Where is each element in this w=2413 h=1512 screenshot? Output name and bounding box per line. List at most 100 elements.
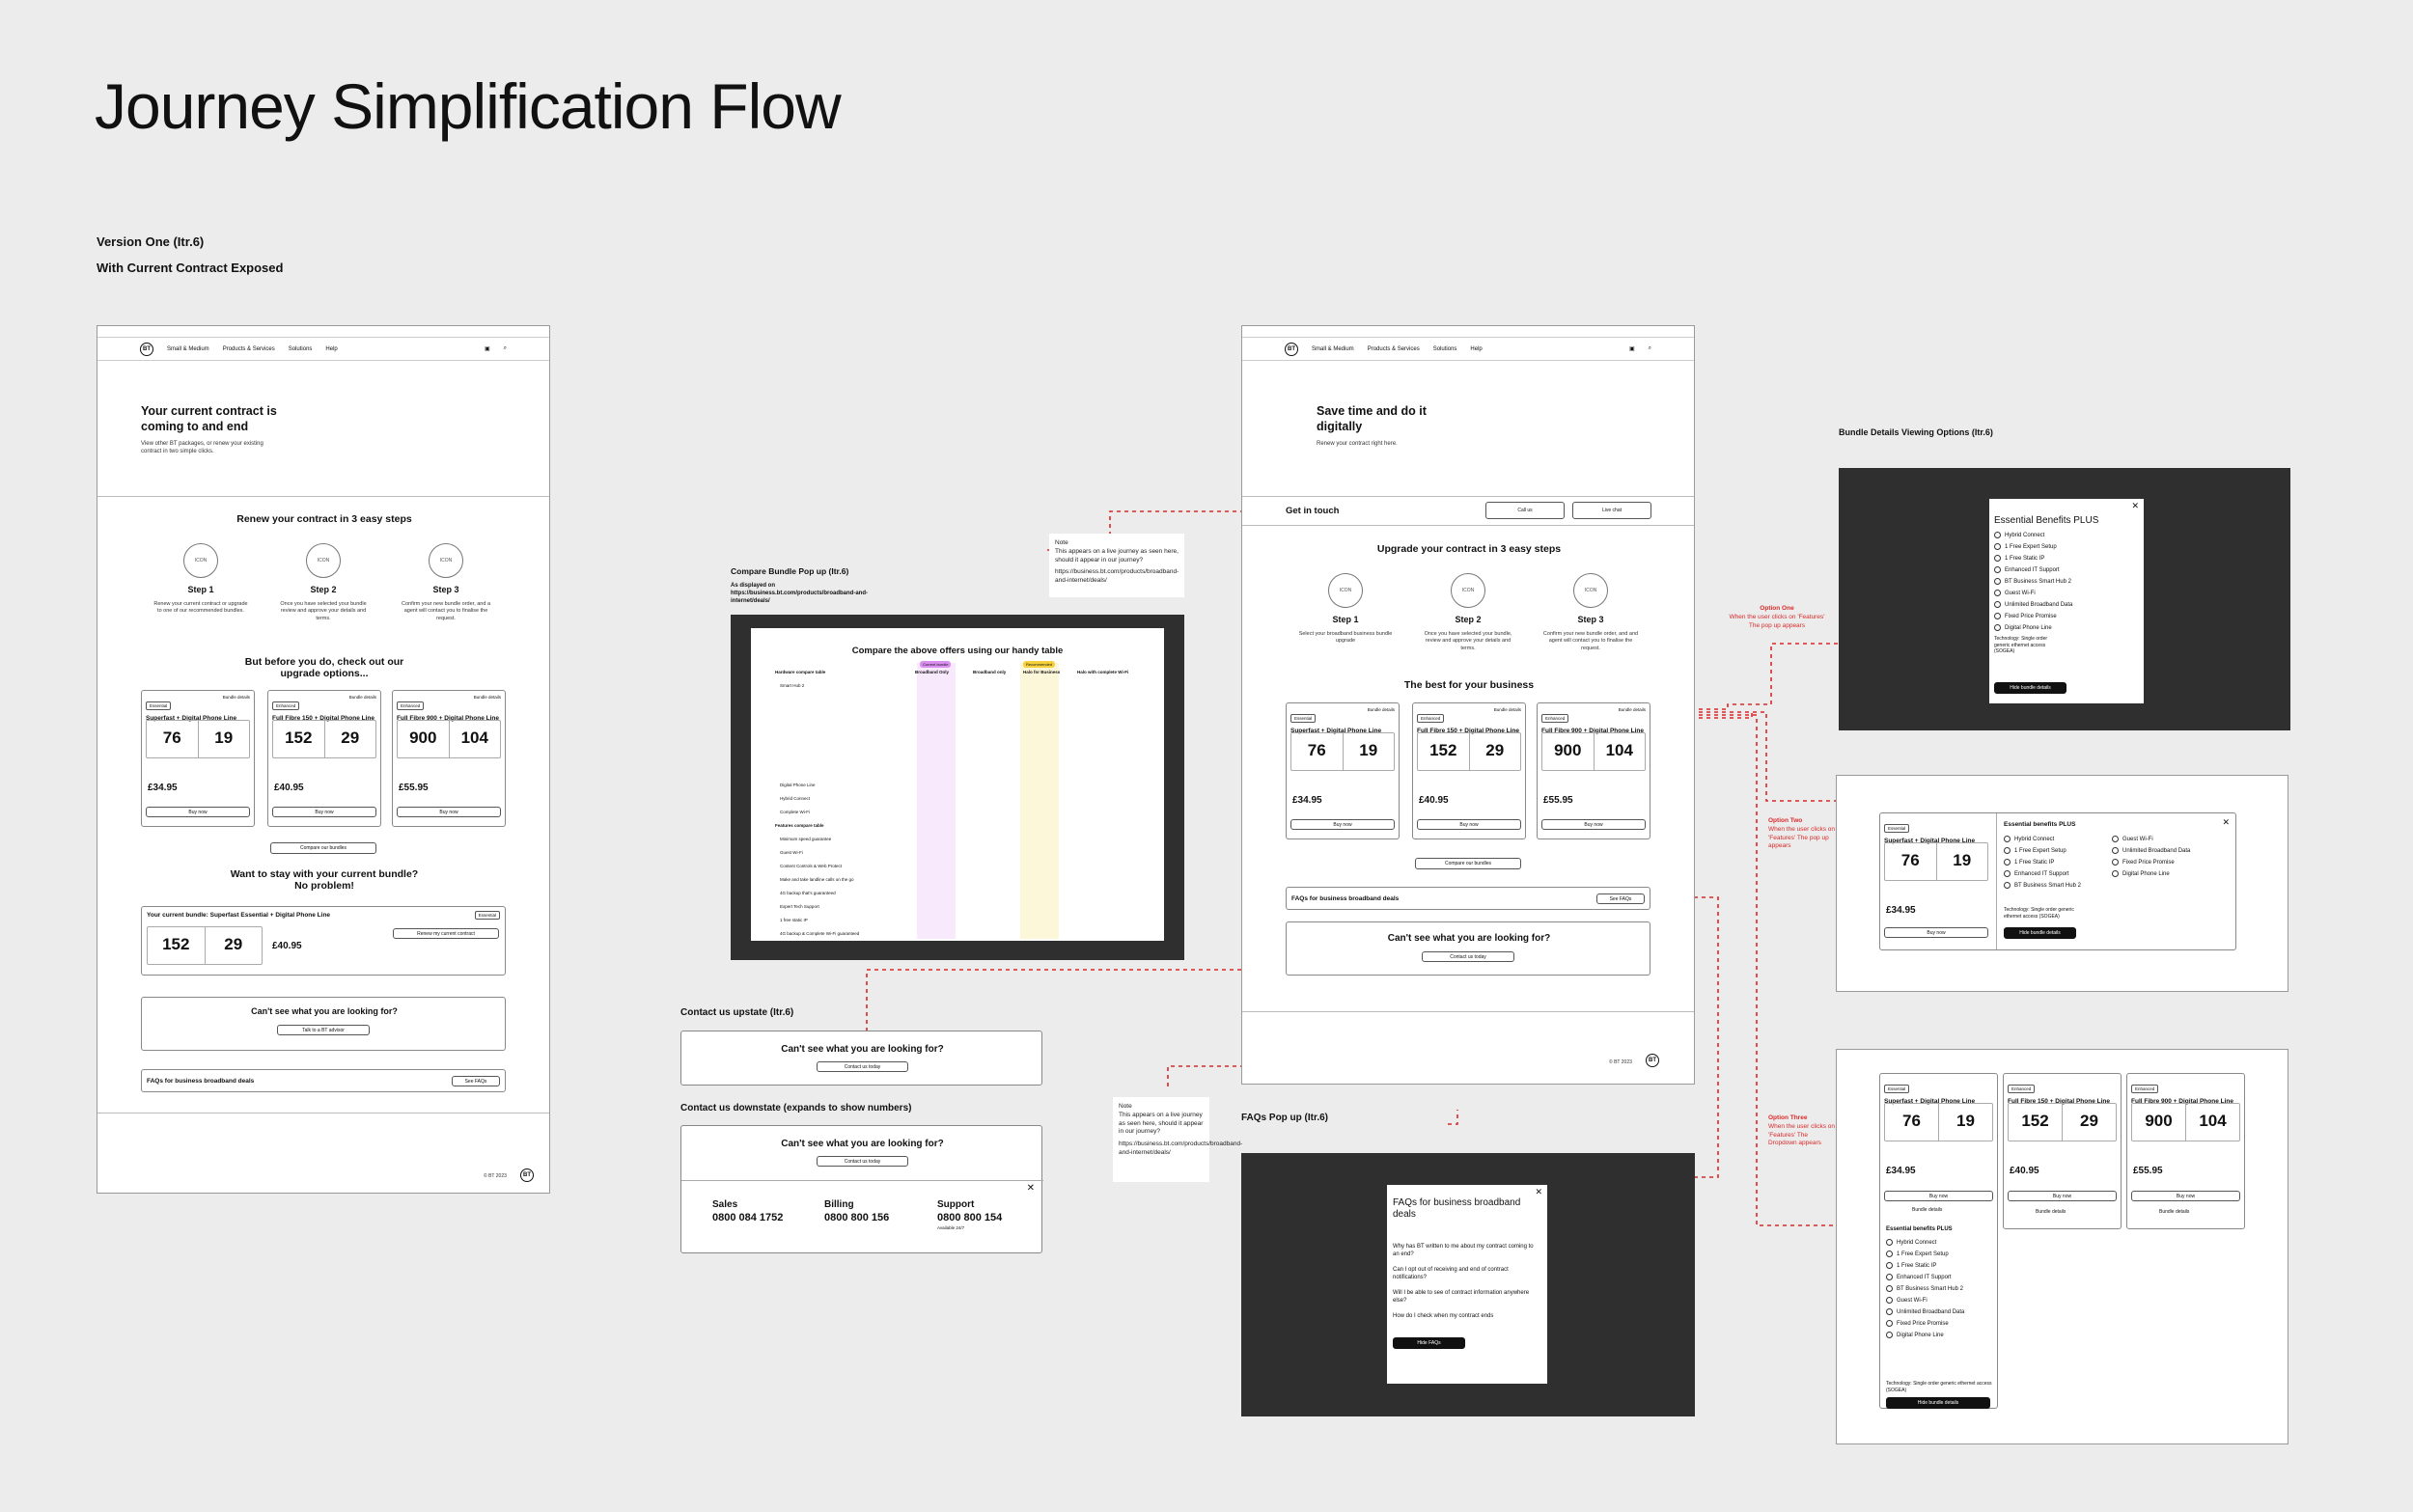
faq-popup: ✕ FAQs for business broadband deals Why … bbox=[1387, 1185, 1547, 1384]
bundle-card: Enhanced Full Fibre 150 + Digital Phone … bbox=[2003, 1073, 2122, 1229]
buy-now-button[interactable]: Buy now bbox=[1884, 1191, 1993, 1201]
close-icon[interactable]: ✕ bbox=[1027, 1183, 1035, 1194]
faq-item[interactable]: Why has BT written to me about my contra… bbox=[1393, 1243, 1538, 1259]
renew-contract-button[interactable]: Renew my current contract bbox=[393, 928, 499, 939]
benefit-label: 1 Free Static IP bbox=[2014, 859, 2055, 866]
nav-help[interactable]: Help bbox=[325, 346, 337, 352]
hide-details-button[interactable]: Hide bundle details bbox=[2004, 927, 2076, 939]
hide-faqs-button[interactable]: Hide FAQs bbox=[1393, 1337, 1465, 1349]
close-icon[interactable]: ✕ bbox=[2222, 817, 2230, 828]
check-icon bbox=[2112, 859, 2119, 866]
benefit-label: Fixed Price Promise bbox=[2005, 613, 2057, 619]
benefit-item: 1 Free Expert Setup bbox=[1886, 1251, 1992, 1257]
benefit-item: 1 Free Static IP bbox=[1886, 1262, 1992, 1269]
faq-item[interactable]: Can I opt out of receiving and end of co… bbox=[1393, 1266, 1538, 1282]
benefits-title: Essential benefits PLUS bbox=[1886, 1226, 1953, 1232]
nav-products[interactable]: Products & Services bbox=[223, 346, 275, 352]
faq-bar: FAQs for business broadband deals See FA… bbox=[141, 1069, 506, 1092]
bundle-price: £34.95 bbox=[1292, 795, 1322, 806]
close-icon[interactable]: ✕ bbox=[1535, 1187, 1542, 1197]
contact-us-button[interactable]: Contact us today bbox=[1422, 951, 1514, 962]
contact-number[interactable]: 0800 800 156 bbox=[824, 1212, 889, 1223]
download-speed: 152 bbox=[285, 729, 313, 747]
benefit-label: Guest Wi-Fi bbox=[1897, 1297, 1928, 1304]
bundle-details-toggle[interactable]: Bundle details bbox=[2036, 1209, 2066, 1215]
tier-tag: Enhanced bbox=[397, 701, 425, 710]
benefit-label: BT Business Smart Hub 2 bbox=[1897, 1285, 1963, 1292]
option-text: When the user clicks on 'Features' The p… bbox=[1768, 825, 1836, 850]
tier-tag: Essential bbox=[1290, 714, 1317, 723]
note-link[interactable]: https://business.bt.com/products/broadba… bbox=[1055, 568, 1179, 586]
search-icon[interactable]: ⌕ bbox=[1649, 345, 1651, 352]
live-chat-button[interactable]: Live chat bbox=[1572, 502, 1651, 519]
speed-box: 152 29 bbox=[1417, 732, 1521, 771]
bt-logo[interactable]: BT bbox=[520, 1168, 534, 1182]
nav-solutions[interactable]: Solutions bbox=[289, 346, 313, 352]
bundle-details-toggle[interactable]: Bundle details bbox=[1912, 1207, 1942, 1213]
divider bbox=[1996, 813, 1997, 949]
buy-now-button[interactable]: Buy now bbox=[2131, 1191, 2240, 1201]
check-icon bbox=[1994, 613, 2001, 619]
benefit-item: 1 Free Expert Setup bbox=[1994, 543, 2139, 550]
download-speed: 152 bbox=[162, 935, 190, 953]
bundle-details-link[interactable]: Bundle details bbox=[349, 695, 376, 700]
hide-details-button[interactable]: Hide bundle details bbox=[1886, 1397, 1990, 1409]
compare-bundles-button[interactable]: Compare our bundles bbox=[270, 842, 376, 854]
compare-bundles-button[interactable]: Compare our bundles bbox=[1415, 858, 1521, 869]
download-speed: 900 bbox=[409, 729, 437, 747]
benefit-label: Hybrid Connect bbox=[2014, 836, 2055, 842]
buy-now-button[interactable]: Buy now bbox=[146, 807, 250, 817]
nav-products[interactable]: Products & Services bbox=[1368, 346, 1420, 352]
bt-logo[interactable]: BT bbox=[1646, 1054, 1659, 1067]
step-text: Select your broadband business bundle up… bbox=[1298, 631, 1393, 645]
bundle-details-link[interactable]: Bundle details bbox=[1368, 707, 1395, 712]
step-icon: ICON bbox=[1328, 573, 1363, 608]
search-icon[interactable]: ⌕ bbox=[504, 345, 507, 352]
contact-line: Support 0800 800 154 Available 24/7 bbox=[937, 1199, 1002, 1230]
call-us-button[interactable]: Call us bbox=[1485, 502, 1565, 519]
buy-now-button[interactable]: Buy now bbox=[272, 807, 376, 817]
buy-now-button[interactable]: Buy now bbox=[1290, 819, 1395, 830]
talk-advisor-button[interactable]: Talk to a BT advisor bbox=[277, 1025, 370, 1035]
faq-item[interactable]: How do I check when my contract ends bbox=[1393, 1312, 1538, 1320]
bundle-details-link[interactable]: Bundle details bbox=[474, 695, 501, 700]
faq-item[interactable]: Will I be able to see of contract inform… bbox=[1393, 1289, 1538, 1306]
benefit-label: 1 Free Expert Setup bbox=[2005, 543, 2057, 550]
bundle-details-toggle[interactable]: Bundle details bbox=[2159, 1209, 2189, 1215]
expanded-bundle-card: Essential Superfast + Digital Phone Line… bbox=[1879, 1073, 1998, 1409]
see-faqs-button[interactable]: See FAQs bbox=[1596, 893, 1645, 904]
product-line-menu[interactable]: Small & Medium bbox=[1312, 346, 1354, 352]
contact-number[interactable]: 0800 084 1752 bbox=[712, 1212, 783, 1223]
note-text: This appears on a live journey as seen h… bbox=[1055, 547, 1179, 564]
bt-logo[interactable]: BT bbox=[140, 342, 153, 356]
bt-logo[interactable]: BT bbox=[1285, 342, 1298, 356]
product-line-menu[interactable]: Small & Medium bbox=[167, 346, 209, 352]
buy-now-button[interactable]: Buy now bbox=[2008, 1191, 2117, 1201]
close-icon[interactable]: ✕ bbox=[2131, 501, 2139, 511]
basket-icon[interactable]: ▣ bbox=[1629, 345, 1635, 352]
bundle-details-link[interactable]: Bundle details bbox=[1619, 707, 1646, 712]
contact-us-button[interactable]: Contact us today bbox=[817, 1156, 908, 1167]
contact-number[interactable]: 0800 800 154 bbox=[937, 1212, 1002, 1223]
nav-solutions[interactable]: Solutions bbox=[1433, 346, 1457, 352]
buy-now-button[interactable]: Buy now bbox=[1417, 819, 1521, 830]
buy-now-button[interactable]: Buy now bbox=[1884, 927, 1988, 938]
tier-tag: Enhanced bbox=[1417, 714, 1445, 723]
buy-now-button[interactable]: Buy now bbox=[1541, 819, 1646, 830]
bundle-details-link[interactable]: Bundle details bbox=[1494, 707, 1521, 712]
bundle-details-link[interactable]: Bundle details bbox=[223, 695, 250, 700]
compare-popup: Compare the above offers using our handy… bbox=[751, 628, 1164, 941]
bundle-card: Enhanced Bundle details Full Fibre 150 +… bbox=[267, 690, 381, 827]
note-link[interactable]: https://business.bt.com/products/broadba… bbox=[1119, 1141, 1242, 1158]
hide-details-button[interactable]: Hide bundle details bbox=[1994, 682, 2066, 694]
contact-line: Billing 0800 800 156 bbox=[824, 1199, 889, 1223]
nav-help[interactable]: Help bbox=[1470, 346, 1482, 352]
see-faqs-button[interactable]: See FAQs bbox=[452, 1076, 500, 1086]
benefits-popup: ✕ Essential Benefits PLUS Hybrid Connect… bbox=[1989, 499, 2144, 703]
benefit-item: Hybrid Connect bbox=[1886, 1239, 1992, 1246]
tier-tag: Essential bbox=[146, 701, 172, 710]
contact-us-button[interactable]: Contact us today bbox=[817, 1061, 908, 1072]
option-title: Option Three bbox=[1768, 1114, 1808, 1121]
buy-now-button[interactable]: Buy now bbox=[397, 807, 501, 817]
basket-icon[interactable]: ▣ bbox=[485, 345, 490, 352]
